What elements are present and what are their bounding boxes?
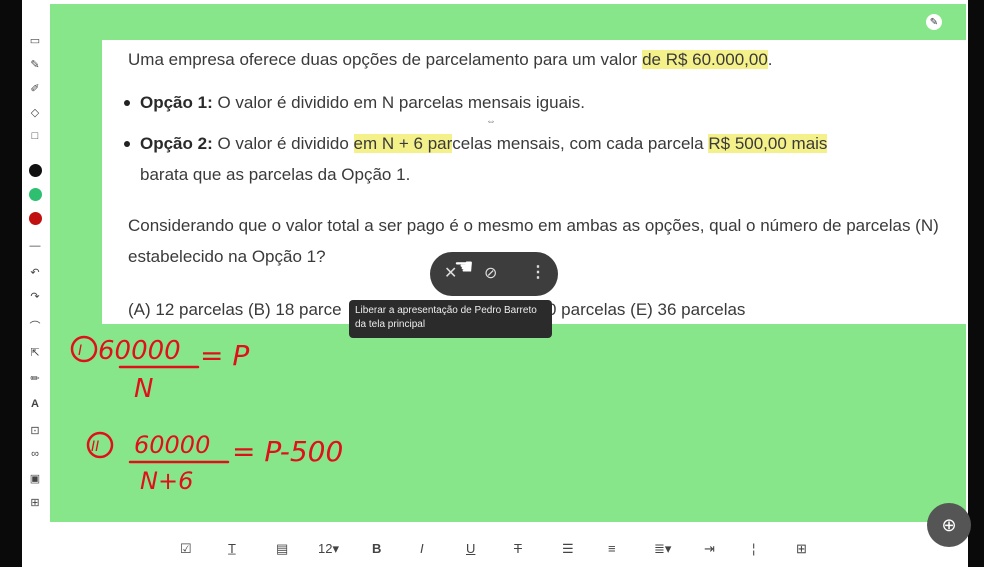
text-icon[interactable]: A bbox=[27, 396, 43, 412]
align-icon[interactable]: ≣▾ bbox=[654, 541, 671, 557]
more-vertical-icon[interactable]: ⋮ bbox=[530, 262, 546, 282]
numbered-list-icon[interactable]: ≡ bbox=[608, 541, 616, 556]
font-size-select[interactable]: 12▾ bbox=[318, 541, 339, 557]
eq2-rhs: = P-500 bbox=[232, 435, 343, 468]
redo-icon[interactable]: ↷ bbox=[27, 288, 43, 304]
zoom-icon[interactable]: ⊕ bbox=[927, 503, 971, 547]
eq1-denominator: N bbox=[134, 374, 153, 404]
eq2-numerator: 60000 bbox=[134, 431, 210, 459]
edit-icon[interactable]: ✎ bbox=[926, 14, 942, 30]
image-icon[interactable]: ▣ bbox=[27, 470, 43, 486]
insert-icon[interactable]: ⊡ bbox=[27, 422, 43, 438]
eraser-icon[interactable]: ◇ bbox=[27, 104, 43, 120]
bottom-toolbar bbox=[22, 530, 968, 567]
eq1-rhs: = P bbox=[200, 339, 249, 372]
eq1-numerator: 60000 bbox=[98, 336, 181, 366]
roman-1-circle bbox=[70, 335, 98, 363]
divider-icon[interactable]: ¦ bbox=[752, 541, 755, 556]
bulleted-list-icon[interactable]: ☰ bbox=[562, 541, 574, 557]
highlighter-icon[interactable]: ✏ bbox=[27, 370, 43, 386]
color-black[interactable] bbox=[29, 164, 42, 177]
lasso-icon[interactable]: ⌒ bbox=[27, 318, 43, 334]
link-icon[interactable]: ∞ bbox=[27, 446, 43, 462]
strikethrough-button[interactable]: T bbox=[514, 541, 522, 556]
select-icon[interactable]: ▭ bbox=[27, 32, 43, 48]
marker-icon[interactable]: ✐ bbox=[27, 80, 43, 96]
text-format-icon[interactable]: T̲ bbox=[228, 541, 236, 556]
cursor-hand-icon: ☚ bbox=[454, 254, 474, 279]
move-icon[interactable]: ⇱ bbox=[27, 344, 43, 360]
font-icon[interactable]: ▤ bbox=[276, 541, 288, 557]
eq2-label: II bbox=[91, 439, 99, 455]
bold-button[interactable]: B bbox=[372, 541, 381, 556]
table-icon[interactable]: ⊞ bbox=[796, 541, 807, 557]
color-red[interactable] bbox=[29, 212, 42, 225]
resize-handle-icon[interactable]: ⇔ bbox=[486, 116, 496, 127]
option-2: Opção 2: O valor é dividido em N + 6 par… bbox=[124, 128, 828, 190]
pen-icon[interactable]: ✎ bbox=[27, 56, 43, 72]
left-toolbar: ▭ ✎ ✐ ◇ □ — ↶ ↷ ⌒ ⇱ ✏ A ⊡ ∞ ▣ ⊞ bbox=[22, 28, 48, 518]
line-icon[interactable]: — bbox=[27, 238, 43, 254]
mute-icon[interactable]: ⊘ bbox=[484, 263, 497, 283]
intro-text: Uma empresa oferece duas opções de parce… bbox=[128, 50, 773, 69]
color-green[interactable] bbox=[29, 188, 42, 201]
italic-button[interactable]: I bbox=[420, 541, 424, 556]
shape-icon[interactable]: □ bbox=[27, 128, 43, 144]
underline-button[interactable]: U bbox=[466, 541, 475, 556]
option-1: Opção 1: O valor é dividido em N parcela… bbox=[124, 87, 585, 118]
handwritten-equations: I 60000 = P N II 60000 = P-500 N+6 bbox=[70, 335, 343, 495]
eq2-denominator: N+6 bbox=[140, 467, 193, 495]
indent-icon[interactable]: ⇥ bbox=[704, 541, 715, 557]
presentation-controls: ✕ ⊘ ⋮ bbox=[430, 252, 558, 296]
checkbox-icon[interactable]: ☑ bbox=[180, 541, 192, 557]
undo-icon[interactable]: ↶ bbox=[27, 264, 43, 280]
eq1-label: I bbox=[78, 343, 82, 359]
grid-icon[interactable]: ⊞ bbox=[27, 494, 43, 510]
